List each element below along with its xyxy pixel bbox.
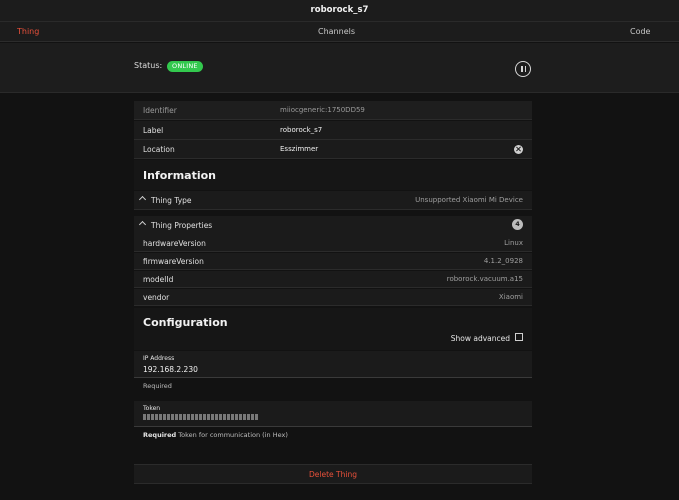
thing-properties-row[interactable]: Thing Properties 4 xyxy=(134,216,532,235)
thing-properties-label: Thing Properties xyxy=(151,221,213,230)
configuration-title: Configuration xyxy=(143,316,228,329)
top-bar: roborock_s7 xyxy=(0,0,679,21)
status-bar: Status: ONLINE xyxy=(0,43,679,93)
status-badge: ONLINE xyxy=(167,61,203,72)
properties-count-badge: 4 xyxy=(512,219,523,230)
chevron-up-icon xyxy=(138,220,147,229)
identifier-row: Identifier miiocgeneric:1750DD59 xyxy=(134,101,532,120)
property-value: roborock.vacuum.a15 xyxy=(446,275,523,283)
property-row: firmwareVersion 4.1.2_0928 xyxy=(134,253,532,270)
token-masked-input[interactable] xyxy=(143,414,258,421)
property-key: vendor xyxy=(143,293,170,302)
property-key: hardwareVersion xyxy=(143,239,206,248)
token-field[interactable]: Token xyxy=(134,401,532,427)
ip-address-field[interactable]: IP Address 192.168.2.230 xyxy=(134,351,532,378)
property-row: vendor Xiaomi xyxy=(134,289,532,306)
information-section-header: Information xyxy=(134,160,532,190)
thing-type-label: Thing Type xyxy=(151,196,192,205)
tab-channels[interactable]: Channels xyxy=(318,22,355,42)
ip-address-input[interactable]: 192.168.2.230 xyxy=(143,365,198,374)
property-row: hardwareVersion Linux xyxy=(134,235,532,252)
clear-icon[interactable] xyxy=(514,144,523,154)
location-field-label: Location xyxy=(143,145,175,154)
status-label: Status: xyxy=(134,61,163,70)
property-row: modelId roborock.vacuum.a15 xyxy=(134,271,532,288)
delete-thing-label: Delete Thing xyxy=(309,470,357,479)
thing-type-value: Unsupported Xiaomi Mi Device xyxy=(415,196,523,204)
location-input[interactable]: Esszimmer xyxy=(280,145,318,153)
label-field-label: Label xyxy=(143,126,164,135)
property-value: 4.1.2_0928 xyxy=(483,257,523,265)
label-row: Label roborock_s7 xyxy=(134,121,532,140)
property-key: firmwareVersion xyxy=(143,257,204,266)
show-advanced-label: Show advanced xyxy=(450,334,510,343)
property-value: Linux xyxy=(504,239,523,247)
token-hint: Required Token for communication (in Hex… xyxy=(143,431,288,439)
location-row: Location Esszimmer xyxy=(134,140,532,159)
ip-address-hint: Required xyxy=(143,382,172,390)
identifier-label: Identifier xyxy=(143,106,177,115)
property-key: modelId xyxy=(143,275,174,284)
ip-address-label: IP Address xyxy=(143,355,175,362)
pause-button[interactable] xyxy=(515,61,531,77)
token-label: Token xyxy=(143,405,161,412)
show-advanced-checkbox[interactable] xyxy=(515,333,523,341)
chevron-up-icon xyxy=(138,195,147,204)
delete-thing-button[interactable]: Delete Thing xyxy=(134,464,532,484)
tab-code[interactable]: Code xyxy=(630,22,650,42)
configuration-section-header: Configuration Show advanced xyxy=(134,308,532,350)
information-title: Information xyxy=(143,169,216,182)
tab-bar: Thing Channels Code xyxy=(0,21,679,42)
identifier-value: miiocgeneric:1750DD59 xyxy=(280,106,365,114)
thing-type-row[interactable]: Thing Type Unsupported Xiaomi Mi Device xyxy=(134,191,532,210)
property-value: Xiaomi xyxy=(498,293,523,301)
label-input[interactable]: roborock_s7 xyxy=(280,126,322,134)
tab-thing[interactable]: Thing xyxy=(17,22,39,42)
page-title: roborock_s7 xyxy=(310,5,369,15)
